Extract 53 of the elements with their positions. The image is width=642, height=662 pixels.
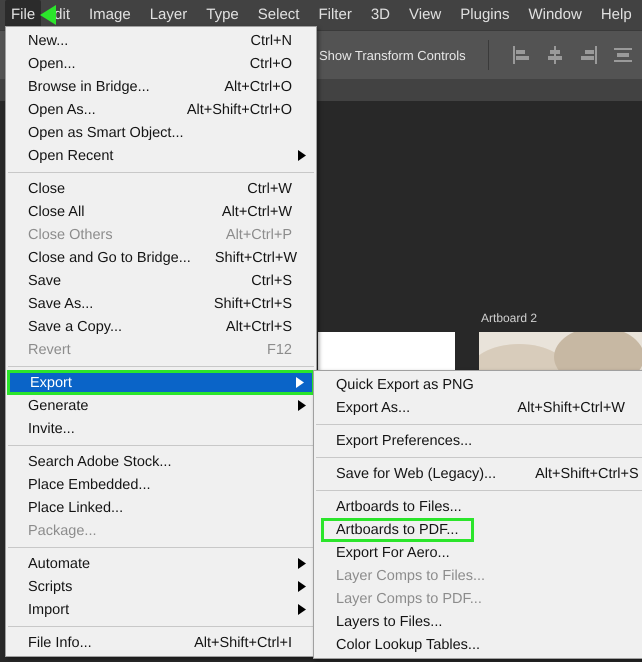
- submenu-arrow-icon: [298, 150, 306, 161]
- align-icon[interactable]: [510, 45, 531, 65]
- submenu-arrow-icon: [298, 558, 306, 569]
- menu-item[interactable]: Open As... Alt+Shift+Ctrl+O: [6, 98, 316, 121]
- align-icon[interactable]: [612, 45, 633, 65]
- menu-item[interactable]: Automate: [6, 552, 316, 575]
- menu-item[interactable]: Export For Aero...: [314, 541, 642, 564]
- menu-item[interactable]: Open... Ctrl+O: [6, 52, 316, 75]
- menu-item[interactable]: Invite...: [6, 417, 316, 440]
- menu-item[interactable]: Scripts: [6, 575, 316, 598]
- menu-item[interactable]: Browse in Bridge... Alt+Ctrl+O: [6, 75, 316, 98]
- menu-item[interactable]: Close Ctrl+W: [6, 177, 316, 200]
- submenu-arrow-icon: [298, 604, 306, 615]
- menu-item[interactable]: Open as Smart Object...: [6, 121, 316, 144]
- menu-title[interactable]: Select: [252, 0, 306, 30]
- menu-item[interactable]: Layers to Files...: [314, 610, 642, 633]
- menu-item[interactable]: Artboards to Files...: [314, 495, 642, 518]
- menu-item[interactable]: Export Preferences...: [314, 429, 642, 452]
- menu-title[interactable]: Image: [83, 0, 137, 30]
- menu-item[interactable]: Quick Export as PNG: [314, 373, 642, 396]
- menu-item[interactable]: Save for Web (Legacy)... Alt+Shift+Ctrl+S: [314, 462, 642, 485]
- menu-item[interactable]: Generate: [6, 394, 316, 417]
- menu-item[interactable]: Close All Alt+Ctrl+W: [6, 200, 316, 223]
- menu-item[interactable]: New... Ctrl+N: [6, 29, 316, 52]
- menu-item[interactable]: Import: [6, 598, 316, 621]
- menu-item[interactable]: File Info... Alt+Shift+Ctrl+I: [6, 631, 316, 654]
- menu-item[interactable]: Save a Copy... Alt+Ctrl+S: [6, 315, 316, 338]
- pointer-arrow: [40, 5, 56, 25]
- menu-item[interactable]: Artboards to PDF...: [314, 518, 642, 541]
- menu-title[interactable]: View: [403, 0, 448, 30]
- menu-item[interactable]: Place Linked...: [6, 496, 316, 519]
- menu-item[interactable]: Place Embedded...: [6, 473, 316, 496]
- menu-item[interactable]: Export: [8, 371, 314, 394]
- menu-title[interactable]: Type: [200, 0, 245, 30]
- menu-title[interactable]: Filter: [312, 0, 358, 30]
- menu-item[interactable]: Color Lookup Tables...: [314, 633, 642, 656]
- menu-title[interactable]: Plugins: [454, 0, 516, 30]
- submenu-arrow-icon: [298, 400, 306, 411]
- menu-item[interactable]: Export As... Alt+Shift+Ctrl+W: [314, 396, 642, 419]
- menu-title[interactable]: Layer: [144, 0, 194, 30]
- menu-item[interactable]: Save As... Shift+Ctrl+S: [6, 292, 316, 315]
- menu-title[interactable]: Help: [594, 0, 638, 30]
- submenu-arrow-icon: [296, 377, 304, 388]
- menu-item[interactable]: Close and Go to Bridge... Shift+Ctrl+W: [6, 246, 316, 269]
- menu-title[interactable]: 3D: [364, 0, 396, 30]
- align-icon[interactable]: [578, 45, 599, 65]
- menu-item[interactable]: Open Recent: [6, 144, 316, 167]
- submenu-arrow-icon: [298, 581, 306, 592]
- menu-title[interactable]: Window: [522, 0, 588, 30]
- options-label: Show Transform Controls: [319, 48, 466, 62]
- artboard-title: Artboard 2: [480, 311, 538, 326]
- menu-item[interactable]: Save Ctrl+S: [6, 269, 316, 292]
- menu-item[interactable]: Search Adobe Stock...: [6, 450, 316, 473]
